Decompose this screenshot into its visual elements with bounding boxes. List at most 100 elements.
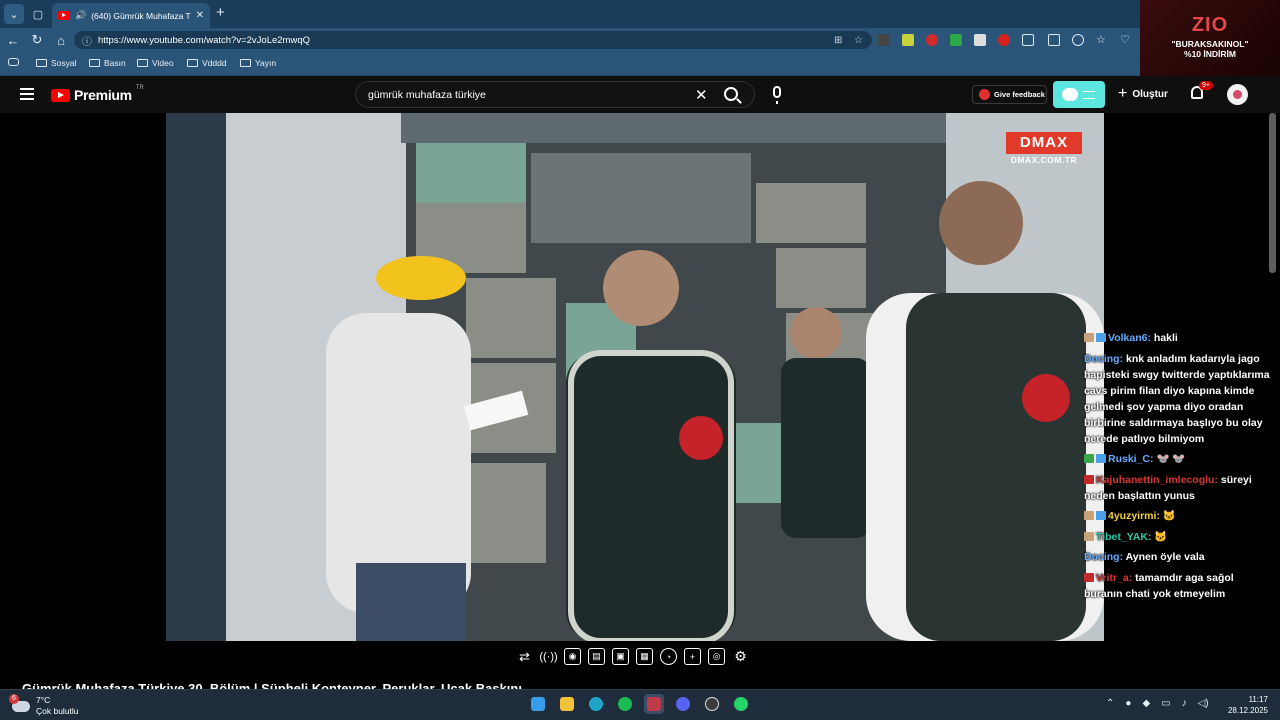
search-input[interactable]: gümrük muhafaza türkiye [368,89,486,101]
region-code: TR [135,85,144,91]
channel-watermark: DMAX DMAX.COM.TR [1006,132,1082,165]
search-icon[interactable] [724,87,738,101]
menu-icon[interactable] [20,88,34,100]
weather-widget[interactable]: 6 7°C Çok bulutlu [9,693,79,717]
youtube-play-icon [51,88,70,102]
spotify-icon[interactable] [615,694,635,714]
taskbar: 6 7°C Çok bulutlu ⌃ ● ◆ ▭ ♪ ◁) 11:17 28.… [0,689,1280,720]
picture-in-picture-icon[interactable]: ▣ [612,648,629,665]
badge-icon [1096,511,1106,520]
new-tab-icon[interactable]: + [216,4,225,21]
extension-icon[interactable] [902,34,914,46]
subtitles-icon[interactable]: ▦ [636,648,653,665]
bookmark-video[interactable]: Video [137,58,174,68]
start-icon[interactable] [528,694,548,714]
chat-message: Tibet_YAK: 🐱 [1084,529,1270,545]
copilot-icon[interactable]: ♡ [1120,34,1132,46]
toggle-switch[interactable] [1053,81,1105,108]
read-aloud-icon[interactable]: ⊞ [834,35,842,46]
video-scene-image [166,113,1104,641]
file-explorer-icon[interactable] [557,694,577,714]
chat-message: Volkan6: hakli [1084,330,1270,346]
microphone-icon[interactable] [773,86,781,104]
tray-app-icon[interactable]: ● [1125,698,1131,709]
add-to-playlist-icon[interactable]: + [684,648,701,665]
volume-icon[interactable]: ◁) [1198,698,1209,709]
discord-icon[interactable] [673,694,693,714]
chat-message: Kajuhanettin_imlecoglu: süreyi neden baş… [1084,473,1252,502]
taskbar-apps [528,694,751,714]
url-text: https://www.youtube.com/watch?v=2vJoLe2m… [98,34,311,46]
chat-message: Docing: knk anladım kadarıyla jago hapis… [1084,352,1270,445]
sponsor-logo: ZIO [1191,14,1229,36]
extension-icon[interactable] [998,34,1010,46]
microphone-tray-icon[interactable]: ♪ [1182,698,1187,709]
tray-app-icon[interactable]: ◆ [1142,698,1150,709]
system-tray: ⌃ ● ◆ ▭ ♪ ◁) [1106,698,1209,709]
eye-icon[interactable]: ◉ [564,648,581,665]
extensions-puzzle-icon[interactable] [1022,34,1034,46]
sponsor-code: "BURAKSAKINOL" [1171,39,1249,49]
avatar[interactable] [1227,84,1248,105]
workspaces-icon[interactable]: ▢ [28,4,48,24]
cast-icon[interactable]: ((·)) [539,648,557,665]
extension-icon[interactable] [926,34,938,46]
edge-icon[interactable] [586,694,606,714]
badge-icon [1096,333,1106,342]
favorite-star-icon[interactable]: ☆ [854,35,863,46]
extension-icon[interactable] [878,34,890,46]
network-icon[interactable]: ▭ [1161,698,1170,709]
browser-essentials-icon[interactable] [1072,34,1084,46]
tab-search-icon[interactable] [8,58,19,66]
bookmark-yayin[interactable]: Yayın [240,58,276,68]
video-frame[interactable] [166,113,1104,641]
temperature: 7°C [36,695,51,705]
steam-icon[interactable] [644,694,664,714]
close-tab-icon[interactable]: ✕ [196,10,204,21]
bookmark-basin[interactable]: Basın [89,58,126,68]
obs-icon[interactable] [702,694,722,714]
badge-icon [1084,511,1094,520]
folder-icon [240,59,251,67]
split-screen-icon[interactable] [1048,34,1060,46]
search-box[interactable]: gümrük muhafaza türkiye ✕ [355,81,755,108]
badge-icon [1084,572,1094,582]
sponsor-overlay: ZIO "BURAKSAKINOL" %10 İNDİRİM [1140,0,1280,76]
favorites-icon[interactable]: ☆ [1096,34,1108,46]
bookmark-vdddd[interactable]: Vdddd [187,58,227,68]
give-feedback-button[interactable]: Give feedback [972,85,1047,104]
bookmark-sosyal[interactable]: Sosyal [36,58,77,68]
site-info-icon[interactable]: ⓘ [82,33,92,48]
extension-icon[interactable] [974,34,986,46]
address-bar[interactable]: ⓘ https://www.youtube.com/watch?v=2vJoLe… [74,31,872,49]
browser-tab[interactable]: 🔊 (640) Gümrük Muhafaza Türkiye ✕ [52,3,210,28]
clock[interactable]: 11:17 28.12.2025 [1222,694,1268,716]
settings-gear-icon[interactable]: ⚙ [732,648,749,665]
loop-icon[interactable]: ⇄ [516,648,533,665]
tray-overflow-icon[interactable]: ⌃ [1106,698,1114,709]
folder-icon [89,59,100,67]
brand-label: Premium [74,87,132,103]
cloud-icon: 6 [9,693,30,712]
badge-icon [1084,531,1094,541]
whatsapp-icon[interactable] [731,694,751,714]
back-icon[interactable]: ← [4,31,22,49]
chat-message: 4yuzyirmi: 🐱 [1084,508,1270,524]
screenshot-camera-icon[interactable]: ◎ [708,648,725,665]
clapper-icon[interactable]: ▤ [588,648,605,665]
youtube-logo[interactable]: Premium TR [51,85,144,103]
clear-search-icon[interactable]: ✕ [695,86,708,104]
date: 28.12.2025 [1227,706,1268,715]
speaker-icon[interactable]: 🔊 [75,10,86,21]
speed-icon[interactable]: ◔ [660,648,677,665]
badge-icon [1084,454,1094,463]
create-button[interactable]: + Oluştur [1118,86,1168,102]
screen: ⌄ ▢ 🔊 (640) Gümrük Muhafaza Türkiye ✕ + … [0,0,1280,720]
refresh-icon[interactable]: ↻ [28,31,46,49]
video-player[interactable]: DMAX DMAX.COM.TR [3,113,1267,641]
tab-actions-icon[interactable]: ⌄ [4,4,24,24]
page-scrollbar[interactable] [1269,113,1276,273]
bookmarks-bar: Sosyal Basın Video Vdddd Yayın [0,52,1280,76]
extension-icon[interactable] [950,34,962,46]
home-icon[interactable]: ⌂ [52,31,70,49]
